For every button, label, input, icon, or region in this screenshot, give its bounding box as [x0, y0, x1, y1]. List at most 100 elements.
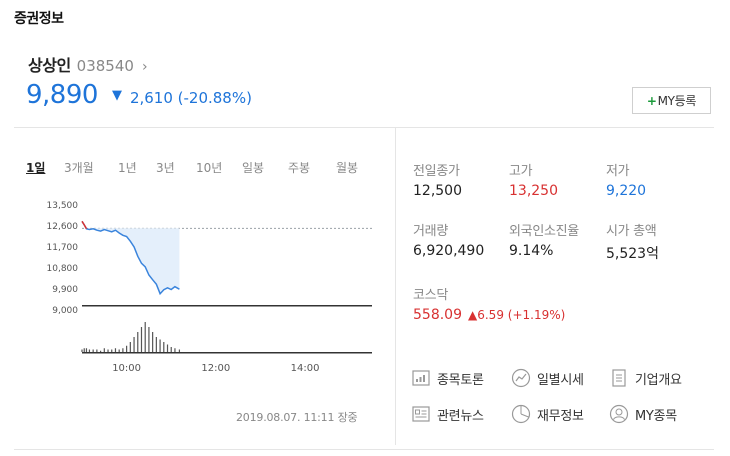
kosdaq-value: 558.09	[413, 307, 462, 323]
volume-bar	[166, 344, 169, 352]
market-cap-value: 5,523억	[606, 246, 659, 262]
period-tabs: 1일 3개월 1년 3년 10년 일봉 주봉 월봉	[26, 159, 376, 176]
price-row: 9,890 ▼ 2,610 (-20.88%)	[26, 80, 252, 110]
my-stocks-label: MY종목	[635, 408, 677, 424]
timestamp: 2019.08.07. 11:11 장중	[236, 411, 358, 424]
news-icon	[412, 406, 430, 422]
company-link[interactable]: 기업개요	[609, 368, 682, 388]
volume-bar	[126, 345, 128, 352]
section-title: 증권정보	[14, 11, 64, 27]
stock-name-link[interactable]: 상상인 038540 ›	[28, 52, 148, 76]
tab-1day[interactable]: 1일	[26, 159, 64, 176]
x-tick-label: 12:00	[201, 363, 230, 374]
volume-cell: 거래량 6,920,490	[413, 220, 513, 259]
volume-bar	[178, 349, 181, 352]
foreign-cell: 외국인소진율 9.14%	[509, 220, 609, 259]
tab-daily-candle[interactable]: 일봉	[242, 159, 288, 176]
volume-bar	[88, 349, 91, 352]
market-cap-label: 시가 총액	[606, 224, 657, 239]
volume-bar	[85, 348, 88, 352]
y-tick-label: 9,000	[52, 306, 78, 316]
chevron-right-icon[interactable]: ›	[142, 59, 148, 75]
volume-bar	[107, 349, 109, 352]
volume-bar	[133, 337, 135, 352]
my-register-label: MY등록	[657, 94, 697, 108]
price-change: 2,610 (-20.88%)	[129, 89, 252, 107]
low-cell: 저가 9,220	[606, 160, 706, 199]
y-tick-label: 9,900	[52, 285, 78, 295]
foreign-label: 외국인소진율	[509, 224, 579, 239]
news-link[interactable]: 관련뉴스	[411, 404, 484, 424]
stock-name[interactable]: 상상인	[28, 52, 71, 76]
bottom-divider	[14, 449, 714, 450]
discussion-icon	[412, 370, 430, 386]
volume-bar	[140, 327, 143, 352]
divider	[14, 127, 714, 128]
volume-bar	[155, 337, 157, 352]
daily-price-label: 일별시세	[537, 372, 584, 388]
volume-bar	[81, 349, 83, 352]
financial-link[interactable]: 재무정보	[511, 404, 584, 424]
tab-weekly-candle[interactable]: 주봉	[288, 159, 336, 176]
user-icon	[609, 404, 629, 424]
tab-monthly-candle[interactable]: 월봉	[336, 159, 376, 176]
financial-label: 재무정보	[537, 408, 584, 424]
volume-bar	[114, 348, 117, 352]
prev-close-label: 전일종가	[413, 164, 460, 179]
high-cell: 고가 13,250	[509, 160, 609, 199]
tab-3year[interactable]: 3년	[156, 159, 196, 176]
chart-baseline	[82, 305, 372, 307]
volume-bar	[118, 349, 120, 352]
price-area-fill	[89, 228, 180, 294]
volume-bar	[174, 348, 176, 352]
volume-bar	[96, 349, 98, 352]
discussion-label: 종목토론	[437, 372, 484, 388]
stock-code[interactable]: 038540	[77, 57, 134, 75]
volume-bar	[159, 339, 161, 352]
kosdaq-value-row: 558.09 ▲6.59 (+1.19%)	[413, 307, 633, 323]
volume-bar	[99, 350, 102, 352]
foreign-value: 9.14%	[509, 243, 554, 259]
volume-bar	[148, 327, 150, 352]
down-triangle-icon: ▼	[111, 88, 122, 103]
my-stocks-link[interactable]: MY종목	[609, 404, 677, 424]
high-label: 고가	[509, 164, 533, 179]
low-value: 9,220	[606, 183, 647, 199]
kosdaq-cell: 코스닥 558.09 ▲6.59 (+1.19%)	[413, 284, 633, 323]
company-label: 기업개요	[635, 372, 682, 388]
document-icon	[612, 369, 626, 387]
plus-icon: +	[646, 93, 657, 108]
my-register-button[interactable]: + MY등록	[632, 87, 711, 114]
daily-price-link[interactable]: 일별시세	[511, 368, 584, 388]
kosdaq-change: ▲6.59 (+1.19%)	[468, 308, 566, 322]
current-price: 9,890	[26, 80, 98, 110]
volume-bar	[103, 348, 105, 352]
kosdaq-label: 코스닥	[413, 288, 448, 303]
high-value: 13,250	[509, 183, 558, 199]
x-tick-label: 10:00	[112, 363, 141, 374]
market-cap-cell: 시가 총액 5,523억	[606, 220, 706, 263]
volume-value: 6,920,490	[413, 243, 485, 259]
volume-bar	[152, 332, 154, 352]
volume-bar	[111, 349, 113, 352]
tab-1year[interactable]: 1년	[118, 159, 156, 176]
volume-baseline	[82, 352, 372, 354]
vertical-divider	[395, 127, 396, 445]
low-label: 저가	[606, 164, 630, 179]
y-tick-label: 12,600	[47, 222, 79, 232]
volume-bar	[83, 348, 85, 352]
price-line-up-segment	[81, 220, 88, 230]
y-tick-label: 13,500	[47, 201, 79, 211]
volume-bar	[144, 322, 146, 352]
discussion-link[interactable]: 종목토론	[411, 368, 484, 388]
y-tick-label: 10,800	[47, 264, 79, 274]
volume-bar	[92, 349, 94, 352]
pie-chart-icon	[511, 404, 531, 424]
tab-10year[interactable]: 10년	[196, 159, 242, 176]
trend-icon	[511, 368, 531, 388]
volume-bar	[129, 342, 131, 352]
prev-close-cell: 전일종가 12,500	[413, 160, 513, 199]
volume-bar	[137, 332, 139, 352]
tab-3month[interactable]: 3개월	[64, 159, 118, 176]
volume-label: 거래량	[413, 224, 448, 239]
